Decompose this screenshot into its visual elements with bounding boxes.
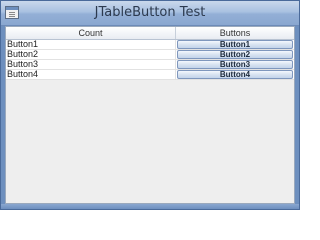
table-row[interactable]: Button3 Button3 [6,60,294,70]
button-cell: Button3 [176,60,294,70]
table-button-3[interactable]: Button3 [177,60,293,69]
table-button-1[interactable]: Button1 [177,40,293,49]
button-cell: Button1 [176,40,294,50]
app-window: JTableButton Test Count Buttons Button1 … [0,0,300,210]
table-header: Count Buttons [6,27,294,40]
button-cell: Button2 [176,50,294,60]
column-header-count[interactable]: Count [6,27,176,39]
table-row[interactable]: Button2 Button2 [6,50,294,60]
window-bottom-border [1,204,299,209]
window-title: JTableButton Test [94,5,206,20]
count-cell[interactable]: Button4 [6,70,176,80]
table-body: Button1 Button1 Button2 Button2 Button3 … [6,40,294,80]
table-scroll-pane: Count Buttons Button1 Button1 Button2 Bu… [5,26,295,204]
button-cell: Button4 [176,70,294,80]
table-button-2[interactable]: Button2 [177,50,293,59]
title-bar[interactable]: JTableButton Test [1,1,299,26]
column-header-buttons[interactable]: Buttons [176,27,294,39]
table-row[interactable]: Button1 Button1 [6,40,294,50]
table-button-4[interactable]: Button4 [177,70,293,79]
table-row[interactable]: Button4 Button4 [6,70,294,80]
